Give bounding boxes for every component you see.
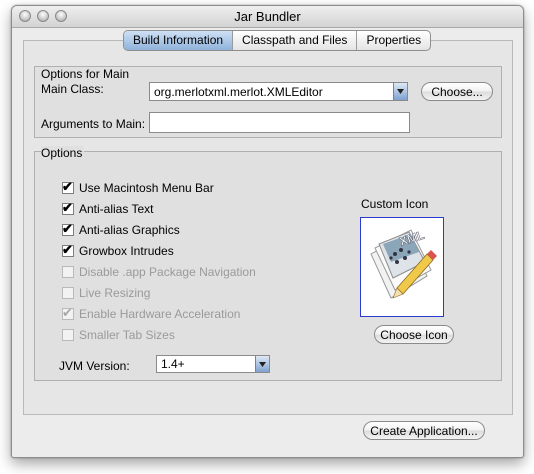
options-for-main-group: Options for Main Main Class: org.merlotx… (34, 66, 502, 138)
checkbox-box[interactable]: ✔ (62, 200, 74, 215)
checkbox-label: Growbox Intrudes (79, 244, 174, 258)
checkbox-label: Disable .app Package Navigation (79, 265, 256, 279)
arguments-label: Arguments to Main: (41, 117, 146, 131)
checkbox-use-macintosh-menu-bar[interactable]: ✔ Use Macintosh Menu Bar (62, 179, 214, 196)
chevron-down-icon (397, 89, 404, 94)
options-for-main-title: Options for Main (41, 67, 130, 81)
tab-properties[interactable]: Properties (357, 31, 430, 50)
checkbox-box (62, 266, 74, 278)
window-title: Jar Bundler (234, 9, 301, 24)
options-title: Options (41, 146, 85, 160)
checkbox-growbox-intrudes[interactable]: ✔ Growbox Intrudes (62, 242, 174, 259)
tab-classpath-and-files[interactable]: Classpath and Files (233, 31, 358, 50)
checkbox-box[interactable]: ✔ (62, 242, 74, 257)
checkbox-enable-hardware-acceleration: ✔ Enable Hardware Acceleration (62, 305, 241, 322)
checkbox-label: Live Resizing (79, 286, 151, 300)
arguments-input[interactable] (149, 112, 410, 133)
jvm-version-value: 1.4+ (161, 357, 185, 371)
checkbox-disable-app-package-navigation: Disable .app Package Navigation (62, 264, 256, 280)
chevron-down-icon (259, 361, 266, 367)
checkbox-label: Smaller Tab Sizes (79, 328, 175, 342)
jvm-version-popup[interactable]: 1.4+ (156, 355, 270, 373)
checkbox-box: ✔ (62, 305, 74, 320)
title-bar[interactable]: Jar Bundler (12, 6, 523, 28)
tab-build-information[interactable]: Build Information (124, 31, 234, 50)
checkbox-box (62, 287, 74, 299)
checkbox-live-resizing: Live Resizing (62, 285, 150, 301)
checkbox-label: Use Macintosh Menu Bar (79, 181, 214, 195)
jvm-version-label: JVM Version: (59, 359, 130, 373)
checkbox-label: Enable Hardware Acceleration (79, 307, 241, 321)
checkbox-label: Anti-alias Text (79, 202, 154, 216)
checkmark-icon: ✔ (62, 221, 73, 236)
main-class-combo[interactable]: org.merlotxml.merlot.XMLEditor (149, 82, 408, 101)
choose-icon-button[interactable]: Choose Icon (374, 325, 454, 344)
create-application-button[interactable]: Create Application... (363, 421, 485, 440)
checkmark-icon: ✔ (62, 179, 73, 194)
custom-icon-well[interactable]: XML (360, 217, 444, 317)
main-class-value: org.merlotxml.merlot.XMLEditor (154, 85, 323, 99)
checkbox-box[interactable]: ✔ (62, 179, 74, 194)
jvm-version-dropdown-arrow[interactable] (255, 356, 269, 372)
checkbox-anti-alias-graphics[interactable]: ✔ Anti-alias Graphics (62, 221, 180, 238)
choose-main-class-button[interactable]: Choose... (421, 82, 493, 101)
checkmark-icon: ✔ (62, 242, 73, 257)
checkbox-anti-alias-text[interactable]: ✔ Anti-alias Text (62, 200, 154, 217)
xml-document-icon: XML (370, 227, 437, 299)
checkbox-smaller-tab-sizes: Smaller Tab Sizes (62, 327, 175, 343)
checkbox-label: Anti-alias Graphics (79, 223, 180, 237)
checkbox-box[interactable]: ✔ (62, 221, 74, 236)
tab-content-panel: Options for Main Main Class: org.merlotx… (23, 40, 513, 415)
tab-bar: Build Information Classpath and Files Pr… (123, 30, 432, 51)
checkmark-icon: ✔ (62, 200, 73, 215)
main-class-dropdown-arrow[interactable] (393, 83, 407, 100)
custom-icon-label: Custom Icon (361, 197, 429, 211)
checkmark-icon: ✔ (62, 305, 73, 320)
main-class-label: Main Class: (41, 82, 104, 96)
checkbox-box (62, 329, 74, 341)
jar-bundler-window: Jar Bundler Options for Main Main Class:… (11, 5, 524, 458)
